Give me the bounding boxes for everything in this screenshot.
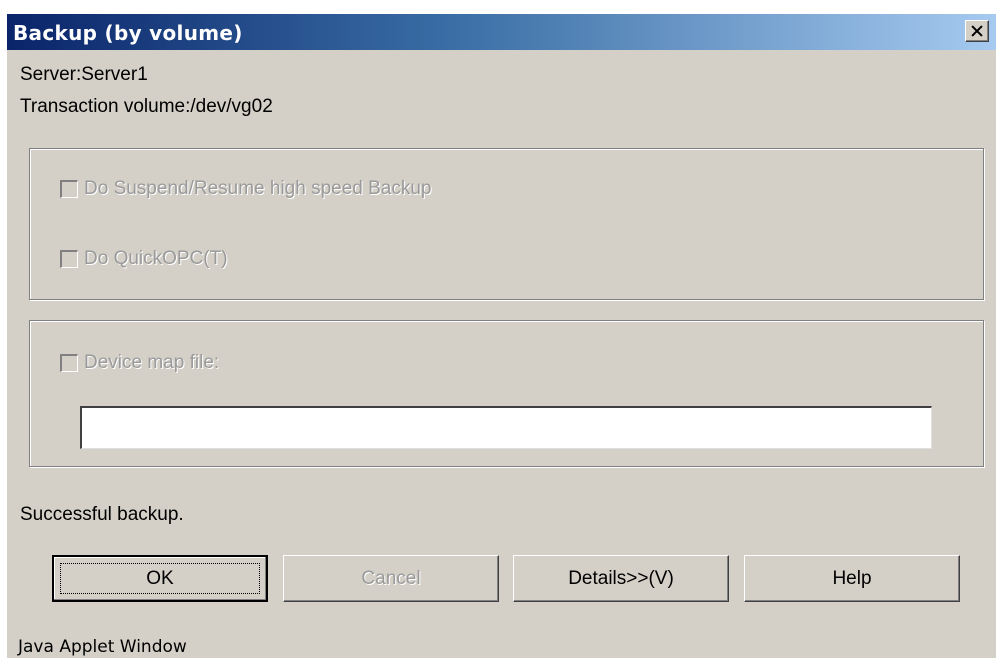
ok-button[interactable]: OK xyxy=(52,555,268,602)
device-map-option[interactable]: Device map file: xyxy=(60,352,219,374)
details-button-label: Details>>(V) xyxy=(568,567,674,589)
focus-indicator xyxy=(60,563,260,594)
backup-options-group xyxy=(29,148,984,300)
close-icon[interactable] xyxy=(965,20,989,42)
applet-window-notice: Java Applet Window xyxy=(18,637,187,657)
quickopc-option[interactable]: Do QuickOPC(T) xyxy=(60,248,228,270)
suspend-resume-label: Do Suspend/Resume high speed Backup xyxy=(84,178,432,199)
transaction-volume-label: Transaction volume:/dev/vg02 xyxy=(20,96,273,117)
server-label: Server:Server1 xyxy=(20,64,148,85)
device-map-file-input[interactable] xyxy=(80,406,932,449)
help-button-label: Help xyxy=(832,567,872,589)
details-button[interactable]: Details>>(V) xyxy=(513,555,729,602)
suspend-resume-option[interactable]: Do Suspend/Resume high speed Backup xyxy=(60,178,432,200)
help-button[interactable]: Help xyxy=(744,555,960,602)
cancel-button-label: Cancel xyxy=(361,567,421,589)
dialog-title: Backup (by volume) xyxy=(13,21,243,45)
device-map-label: Device map file: xyxy=(84,352,220,373)
backup-dialog: Backup (by volume) Server:Server1 Transa… xyxy=(7,14,996,658)
suspend-resume-checkbox[interactable] xyxy=(60,180,78,198)
quickopc-checkbox[interactable] xyxy=(60,250,78,268)
title-bar[interactable]: Backup (by volume) xyxy=(7,14,996,50)
cancel-button[interactable]: Cancel xyxy=(283,555,499,602)
quickopc-label: Do QuickOPC(T) xyxy=(84,248,228,269)
device-map-checkbox[interactable] xyxy=(60,354,78,372)
status-message: Successful backup. xyxy=(20,504,184,525)
